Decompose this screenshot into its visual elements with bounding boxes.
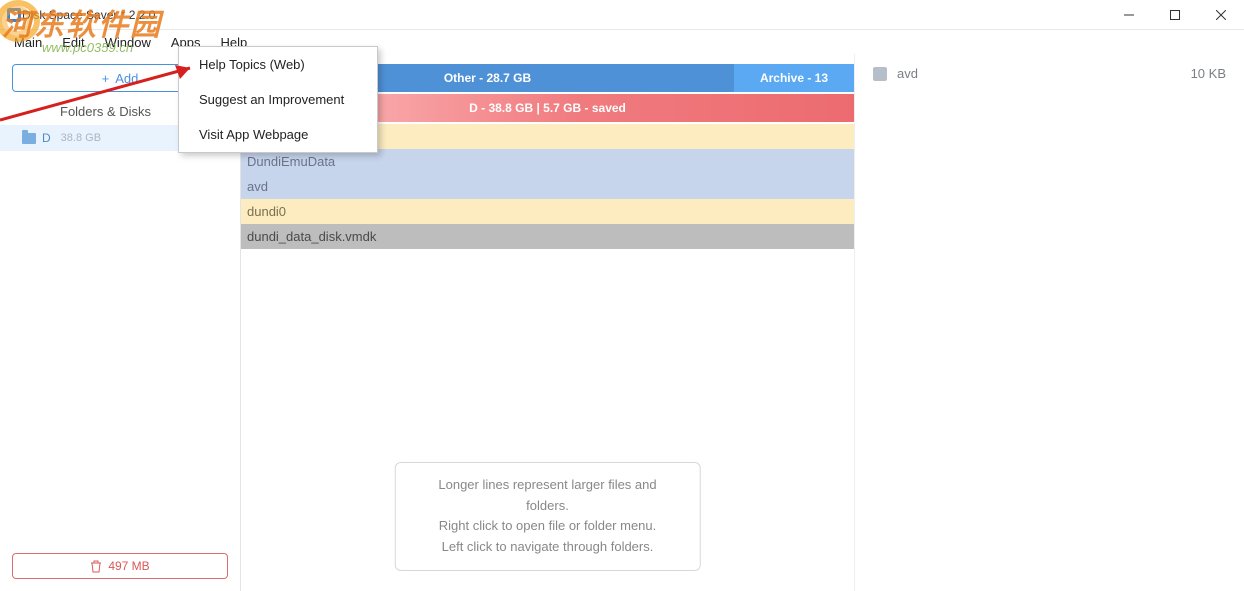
detail-size: 10 KB — [1191, 66, 1226, 81]
disk-bar-text: D - 38.8 GB | 5.7 GB - saved — [469, 101, 626, 115]
help-suggest-item[interactable]: Suggest an Improvement — [179, 82, 377, 117]
category-archive[interactable]: Archive - 13 — [734, 64, 854, 92]
list-item[interactable]: dundi0 — [241, 199, 854, 224]
hint-line: Right click to open file or folder menu. — [419, 516, 676, 537]
hint-line: Longer lines represent larger files and … — [419, 475, 676, 517]
maximize-button[interactable] — [1152, 0, 1198, 30]
close-button[interactable] — [1198, 0, 1244, 30]
right-panel: avd 10 KB — [854, 54, 1244, 591]
trash-icon — [90, 560, 102, 573]
disk-size: 38.8 GB — [61, 132, 101, 144]
trash-size: 497 MB — [108, 559, 149, 573]
disk-name: D — [42, 131, 51, 145]
app-icon — [6, 7, 22, 23]
trash-button[interactable]: 497 MB — [12, 553, 228, 579]
menu-edit[interactable]: Edit — [52, 32, 94, 53]
color-swatch — [873, 67, 887, 81]
menu-main[interactable]: Main — [4, 32, 52, 53]
folder-icon — [22, 133, 36, 144]
window-title: Disk Space Saver * 2.2.0 — [22, 8, 1106, 22]
detail-row[interactable]: avd 10 KB — [873, 66, 1226, 81]
titlebar: Disk Space Saver * 2.2.0 — [0, 0, 1244, 30]
help-webpage-item[interactable]: Visit App Webpage — [179, 117, 377, 152]
help-dropdown: Help Topics (Web) Suggest an Improvement… — [178, 46, 378, 153]
add-label: Add — [115, 71, 138, 86]
list-item[interactable]: dundi_data_disk.vmdk — [241, 224, 854, 249]
plus-icon: + — [102, 71, 110, 86]
list-item[interactable]: avd — [241, 174, 854, 199]
detail-name: avd — [897, 66, 918, 81]
window-controls — [1106, 0, 1244, 29]
hint-line: Left click to navigate through folders. — [419, 537, 676, 558]
help-topics-item[interactable]: Help Topics (Web) — [179, 47, 377, 82]
minimize-button[interactable] — [1106, 0, 1152, 30]
menu-window[interactable]: Window — [95, 32, 161, 53]
hint-box: Longer lines represent larger files and … — [394, 462, 701, 571]
